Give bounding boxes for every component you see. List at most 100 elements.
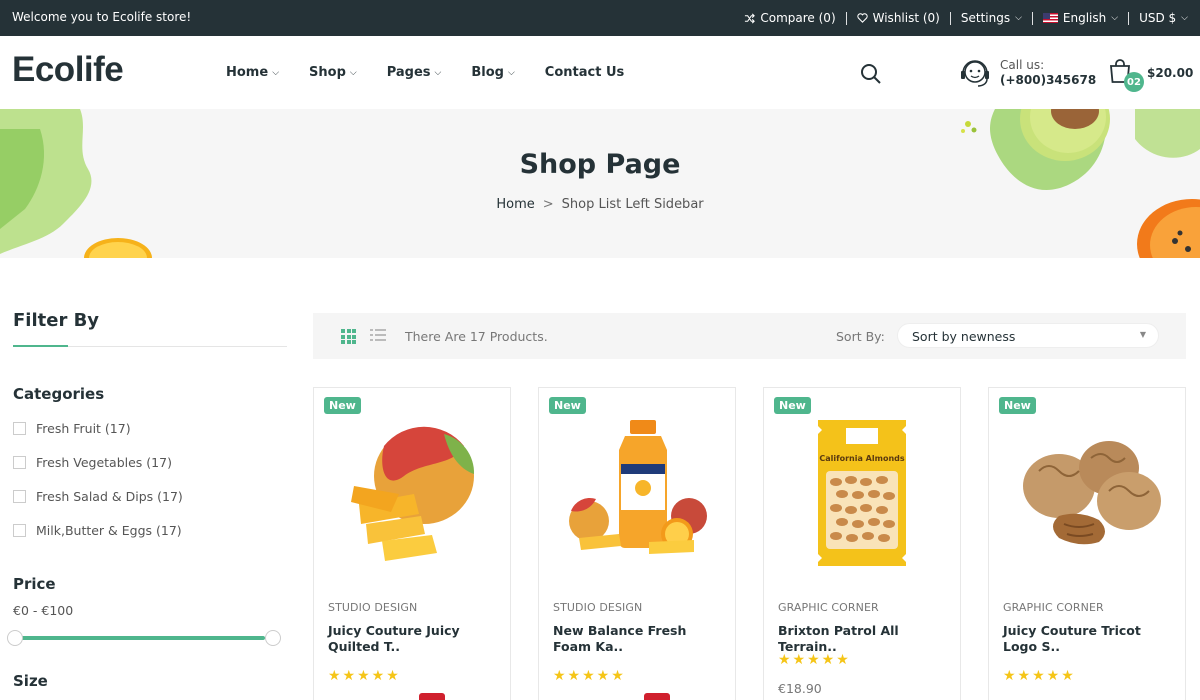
chevron-down-icon: ⌵ (1111, 13, 1119, 23)
filter-sidebar: Filter By Categories Fresh Fruit (17) Fr… (7, 310, 287, 690)
search-icon[interactable] (860, 63, 882, 85)
new-badge: New (324, 397, 361, 414)
star-rating: ★★★★★ (778, 652, 851, 668)
breadcrumb-home[interactable]: Home (496, 197, 534, 212)
product-vendor: STUDIO DESIGN (328, 601, 418, 614)
call-label: Call us: (1000, 58, 1045, 72)
nav-contact[interactable]: Contact Us (545, 65, 624, 80)
checkbox[interactable] (13, 455, 26, 469)
settings-dropdown[interactable]: Settings ⌵ (951, 11, 1032, 25)
divider (1128, 11, 1130, 25)
cart-total: $20.00 (1147, 66, 1194, 80)
grid-view-icon[interactable] (341, 329, 356, 344)
category-item[interactable]: Fresh Vegetables (17) (13, 445, 287, 479)
language-dropdown[interactable]: English ⌵ (1033, 11, 1128, 25)
chevron-down-icon: ⌵ (434, 67, 442, 78)
almond-bag-image[interactable]: California Almonds (774, 416, 950, 566)
checkbox[interactable] (13, 489, 26, 503)
juice-bottle-image[interactable] (549, 416, 725, 566)
nav-blog[interactable]: Blog ⌵ (471, 65, 514, 80)
categories-heading: Categories (13, 385, 105, 403)
checkbox[interactable] (13, 421, 26, 435)
new-badge: New (774, 397, 811, 414)
category-item[interactable]: Fresh Salad & Dips (17) (13, 479, 287, 513)
slider-handle-min[interactable] (7, 630, 23, 646)
top-bar: Welcome you to Ecolife store! Compare (0… (0, 0, 1200, 36)
cart-count-badge: 02 (1124, 72, 1144, 92)
sale-badge (644, 693, 670, 700)
product-card[interactable]: New California Almonds GRAPHIC CORNER Br… (763, 387, 961, 700)
shuffle-icon (745, 13, 756, 23)
nav-shop[interactable]: Shop ⌵ (309, 65, 357, 80)
product-card[interactable]: New STUDIO DESIGN Juicy Couture Juicy Qu… (313, 387, 511, 700)
chevron-down-icon: ▼ (1139, 330, 1146, 339)
price-heading: Price (13, 575, 56, 593)
new-badge: New (549, 397, 586, 414)
heart-icon (857, 13, 868, 23)
divider (1031, 11, 1033, 25)
product-name[interactable]: Juicy Couture Tricot Logo S.. (1003, 623, 1175, 655)
product-name[interactable]: Juicy Couture Juicy Quilted T.. (328, 623, 500, 655)
sort-label: Sort By: (836, 329, 885, 344)
divider (949, 11, 951, 25)
watercolor-lime-decoration (0, 109, 92, 254)
product-name[interactable]: Brixton Patrol All Terrain.. (778, 623, 950, 655)
product-vendor: GRAPHIC CORNER (1003, 601, 1104, 614)
product-price: €18.90 (778, 681, 822, 696)
breadcrumb: Home > Shop List Left Sidebar (0, 197, 1200, 212)
price-slider[interactable] (7, 630, 281, 646)
main-nav: Home ⌵ Shop ⌵ Pages ⌵ Blog ⌵ Contact Us (226, 65, 624, 80)
product-vendor: STUDIO DESIGN (553, 601, 643, 614)
product-count: There Are 17 Products. (405, 329, 548, 344)
product-card[interactable]: New STUDIO DESIGN New Balance Fresh Foam… (538, 387, 736, 700)
avocado-decoration (961, 109, 1200, 258)
new-badge: New (999, 397, 1036, 414)
category-item[interactable]: Milk,Butter & Eggs (17) (13, 513, 287, 547)
top-bar-links: Compare (0) Wishlist (0) Settings ⌵ Engl… (734, 0, 1188, 36)
category-item[interactable]: Fresh Fruit (17) (13, 411, 287, 445)
sort-select[interactable]: Sort by newness ▼ (897, 323, 1159, 348)
star-rating: ★★★★★ (553, 668, 626, 684)
currency-dropdown[interactable]: USD $ ⌵ (1129, 11, 1188, 25)
cart-button[interactable]: 02 (1108, 58, 1148, 94)
chevron-down-icon: ⌵ (349, 67, 357, 78)
chevron-down-icon: ⌵ (1181, 13, 1188, 23)
almond-bag-label: California Almonds (819, 454, 904, 463)
product-card[interactable]: New GRAPHIC CORNER Juicy Couture Tricot … (988, 387, 1186, 700)
headset-icon (961, 60, 989, 87)
nav-home[interactable]: Home ⌵ (226, 65, 279, 80)
price-range-text: €0 - €100 (13, 603, 74, 618)
breadcrumb-current: Shop List Left Sidebar (561, 197, 704, 212)
call-us[interactable]: Call us: (+800)345678 (958, 56, 1096, 90)
walnut-image[interactable] (999, 416, 1175, 566)
orange-slice-decoration (84, 238, 152, 258)
size-heading: Size (13, 672, 48, 690)
product-name[interactable]: New Balance Fresh Foam Ka.. (553, 623, 725, 655)
compare-link[interactable]: Compare (0) (734, 11, 845, 25)
main-header: Ecolife Home ⌵ Shop ⌵ Pages ⌵ Blog ⌵ Contact… (0, 36, 1200, 109)
slider-handle-max[interactable] (265, 630, 281, 646)
list-view-icon[interactable] (370, 329, 386, 343)
star-rating: ★★★★★ (1003, 668, 1076, 684)
chevron-down-icon: ⌵ (1015, 13, 1022, 23)
mango-image[interactable] (324, 416, 500, 566)
page-banner: Shop Page Home > Shop List Left Sidebar (0, 109, 1200, 258)
category-list: Fresh Fruit (17) Fresh Vegetables (17) F… (13, 411, 287, 547)
shop-toolbar: There Are 17 Products. Sort By: Sort by … (313, 313, 1186, 359)
filter-title: Filter By (13, 310, 100, 331)
wishlist-link[interactable]: Wishlist (0) (847, 11, 950, 25)
phone-number: (+800)345678 (1000, 73, 1097, 87)
site-logo[interactable]: Ecolife (12, 50, 124, 90)
nav-pages[interactable]: Pages ⌵ (387, 65, 442, 80)
star-rating: ★★★★★ (328, 668, 401, 684)
checkbox[interactable] (13, 523, 26, 537)
chevron-down-icon: ⌵ (272, 67, 280, 78)
welcome-text: Welcome you to Ecolife store! (12, 10, 192, 24)
chevron-down-icon: ⌵ (507, 67, 515, 78)
product-vendor: GRAPHIC CORNER (778, 601, 879, 614)
slider-track (13, 636, 265, 640)
divider (13, 345, 287, 347)
divider (845, 11, 847, 25)
us-flag-icon (1042, 13, 1058, 23)
sale-badge (419, 693, 445, 700)
